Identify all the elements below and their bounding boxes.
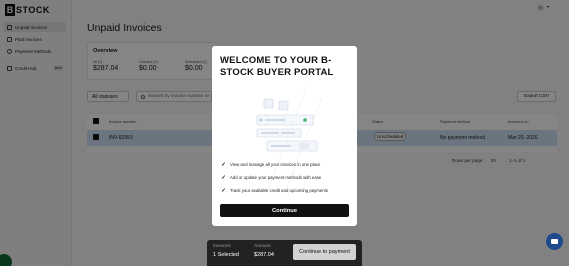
- continue-button[interactable]: Continue: [220, 204, 349, 217]
- payment-bar: Invoices 1 Selected Amount $287.04 Conti…: [207, 240, 362, 266]
- amount-value: $287.04: [254, 252, 274, 258]
- chat-button[interactable]: [546, 233, 563, 250]
- selected-invoices: Invoices 1 Selected: [213, 244, 239, 258]
- amount-label: Amount: [254, 244, 271, 249]
- check-icon: ✓: [221, 187, 226, 194]
- feature-item: ✓ Track your available credit and upcomi…: [220, 187, 350, 194]
- continue-to-payment-button[interactable]: Continue to payment: [293, 244, 356, 260]
- invoices-value: 1 Selected: [213, 252, 239, 258]
- feature-text: View and manage all your invoices in one…: [230, 162, 321, 167]
- feature-item: ✓ View and manage all your invoices in o…: [220, 161, 350, 168]
- invoices-label: Invoices: [213, 244, 231, 249]
- check-icon: ✓: [221, 174, 226, 181]
- check-icon: ✓: [221, 161, 226, 168]
- welcome-modal: WELCOME TO YOUR B-STOCK BUYER PORTAL ✓ V…: [212, 46, 357, 226]
- feature-text: Track your available credit and upcoming…: [230, 188, 329, 193]
- feature-item: ✓ Add or update your payment methods wit…: [220, 174, 350, 181]
- modal-title: WELCOME TO YOUR B-STOCK BUYER PORTAL: [220, 55, 334, 78]
- selected-amount: Amount $287.04: [254, 244, 274, 258]
- chat-bubble-icon: [551, 239, 558, 244]
- feature-text: Add or update your payment methods with …: [230, 175, 322, 180]
